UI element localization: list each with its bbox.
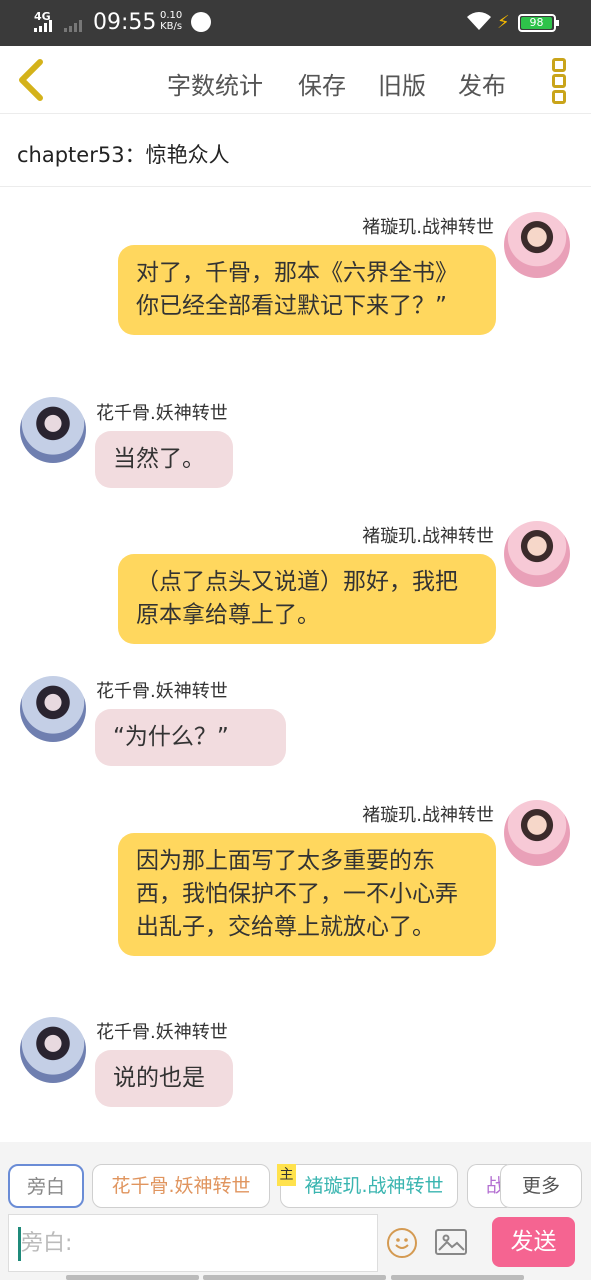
avatar[interactable]: [504, 800, 570, 866]
avatar[interactable]: [504, 212, 570, 278]
speaker-name: 花千骨.妖神转世: [96, 681, 228, 702]
role-chip-zhu[interactable]: 褚璇玑.战神转世: [280, 1164, 458, 1208]
battery-icon: 98: [518, 14, 559, 32]
avatar[interactable]: [504, 521, 570, 587]
message-bubble[interactable]: 对了，千骨，那本《六界全书》你已经全部看过默记下来了？”: [118, 245, 496, 335]
message-bubble[interactable]: 因为那上面写了太多重要的东西，我怕保护不了，一不小心弄出乱子，交给尊上就放心了。: [118, 833, 496, 956]
composer-panel: 旁白 花千骨.妖神转世 褚璇玑.战神转世 主 战 更多 发送: [0, 1142, 591, 1280]
status-bar: 4G 09:55 0.10 KB/s ⚡ 98: [0, 0, 591, 46]
role-chip-hua[interactable]: 花千骨.妖神转世: [92, 1164, 270, 1208]
protagonist-badge: 主: [277, 1164, 296, 1186]
speaker-name: 褚璇玑.战神转世: [362, 526, 494, 547]
battery-level: 98: [521, 17, 552, 29]
more-roles-button[interactable]: 更多: [500, 1164, 582, 1208]
old-version-button[interactable]: 旧版: [378, 66, 426, 101]
speaker-name: 褚璇玑.战神转世: [362, 805, 494, 826]
gesture-bar: [203, 1275, 386, 1280]
chapter-title: chapter53：惊艳众人: [0, 115, 591, 187]
speaker-name: 花千骨.妖神转世: [96, 403, 228, 424]
message-input-box: [8, 1214, 378, 1272]
more-menu-icon[interactable]: [548, 56, 570, 104]
net-speed: 0.10 KB/s: [160, 10, 182, 32]
message-bubble[interactable]: “为什么？”: [95, 709, 286, 766]
publish-button[interactable]: 发布: [458, 66, 506, 101]
word-count-button[interactable]: 字数统计: [167, 66, 263, 101]
avatar[interactable]: [20, 676, 86, 742]
role-chip-narration[interactable]: 旁白: [8, 1164, 84, 1208]
speaker-name: 褚璇玑.战神转世: [362, 217, 494, 238]
image-icon[interactable]: [435, 1229, 467, 1255]
wifi-icon: [467, 12, 491, 30]
speaker-name: 花千骨.妖神转世: [96, 1022, 228, 1043]
top-toolbar: 字数统计 保存 旧版 发布: [0, 46, 591, 114]
avatar[interactable]: [20, 397, 86, 463]
text-caret: [18, 1227, 21, 1261]
signal-icon: [34, 20, 82, 32]
clock: 09:55: [93, 10, 157, 35]
gesture-bar: [66, 1275, 199, 1280]
charging-icon: ⚡: [497, 12, 510, 33]
globe-icon: [191, 12, 211, 32]
message-input[interactable]: [9, 1215, 377, 1271]
net-speed-unit: KB/s: [160, 21, 183, 32]
gesture-bar: [391, 1275, 524, 1280]
emoji-icon[interactable]: [387, 1228, 417, 1258]
save-button[interactable]: 保存: [298, 66, 346, 101]
message-bubble[interactable]: 当然了。: [95, 431, 233, 488]
send-button[interactable]: 发送: [492, 1217, 575, 1267]
net-speed-value: 0.10: [160, 10, 183, 21]
avatar[interactable]: [20, 1017, 86, 1083]
message-bubble[interactable]: （点了点头又说道）那好，我把原本拿给尊上了。: [118, 554, 496, 644]
message-bubble[interactable]: 说的也是: [95, 1050, 233, 1107]
back-icon[interactable]: [14, 58, 48, 102]
